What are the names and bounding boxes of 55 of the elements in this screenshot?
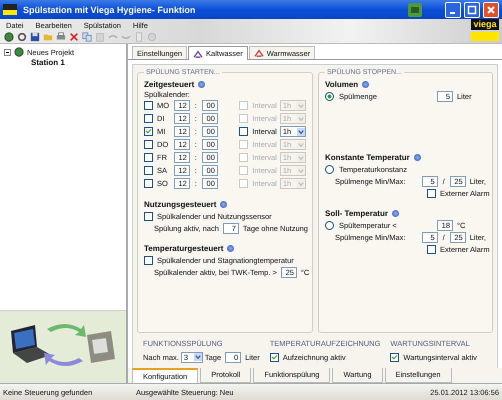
minimize-button[interactable] xyxy=(445,2,461,18)
copy-icon[interactable] xyxy=(82,32,92,42)
checkbox[interactable] xyxy=(427,188,436,198)
info-icon[interactable] xyxy=(220,201,228,208)
tree-item[interactable]: Station 1 xyxy=(31,58,65,66)
info-icon[interactable] xyxy=(392,210,399,217)
day-checkbox[interactable] xyxy=(144,101,153,110)
day-checkbox[interactable] xyxy=(144,140,153,149)
section-title: Zeitgesteuert xyxy=(144,80,194,89)
caret-icon xyxy=(297,114,306,122)
info-icon[interactable] xyxy=(362,81,370,88)
interval-checkbox[interactable] xyxy=(239,127,248,136)
section-title: Nutzungsgesteuert xyxy=(144,200,216,209)
tree-expander[interactable] xyxy=(4,48,11,56)
maximize-button[interactable] xyxy=(464,2,480,18)
triangle-icon xyxy=(254,49,264,57)
info-icon[interactable] xyxy=(227,245,234,252)
logo-bar xyxy=(471,32,499,41)
day-checkbox[interactable] xyxy=(144,153,153,162)
section-title: Konstante Temperatur xyxy=(325,153,410,162)
delete-icon[interactable] xyxy=(69,32,79,42)
section-title: Soll- Temperatur xyxy=(325,209,388,218)
checkbox[interactable] xyxy=(144,212,153,220)
window-title: Spülstation mit Viega Hygiene- Funktion xyxy=(23,4,196,14)
print-icon[interactable] xyxy=(56,32,66,42)
caret-icon xyxy=(297,154,306,162)
info-icon[interactable] xyxy=(414,154,421,161)
info-icon[interactable] xyxy=(198,81,206,88)
day-checkbox[interactable] xyxy=(144,114,153,123)
close-button[interactable] xyxy=(483,2,499,18)
close-icon xyxy=(486,4,496,14)
day-checkbox[interactable] xyxy=(144,166,153,175)
caret-icon xyxy=(297,102,306,110)
radio-button[interactable] xyxy=(325,164,334,174)
radio-button[interactable] xyxy=(325,92,334,100)
caret-icon xyxy=(297,180,306,188)
caret-icon xyxy=(297,140,306,148)
caret-icon xyxy=(297,166,306,174)
maximize-icon xyxy=(467,4,477,14)
minimize-icon xyxy=(450,12,454,14)
radio-button[interactable] xyxy=(325,220,334,230)
caret-icon xyxy=(194,353,202,361)
checkbox[interactable] xyxy=(390,352,400,362)
triangle-icon xyxy=(193,50,204,58)
caret-icon xyxy=(297,128,306,136)
app-icon xyxy=(3,4,17,15)
section-title: Volumen xyxy=(325,80,358,89)
checkbox[interactable] xyxy=(144,256,153,264)
save-icon[interactable] xyxy=(30,32,40,42)
day-checkbox[interactable] xyxy=(144,127,153,136)
logo-text: viega xyxy=(471,19,499,30)
checkbox[interactable] xyxy=(270,352,279,362)
day-checkbox[interactable] xyxy=(144,179,153,188)
section-title: Temperaturgesteuert xyxy=(144,244,224,253)
checkbox[interactable] xyxy=(427,244,436,254)
